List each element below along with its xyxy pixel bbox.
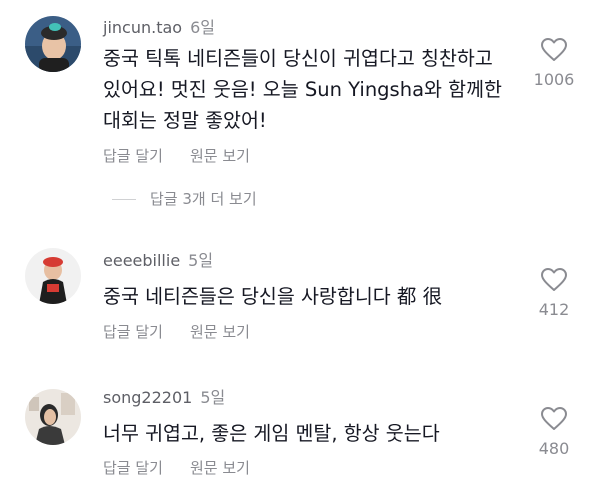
comment-text: 중국 네티즌들은 당신을 사랑합니다 都 很: [103, 285, 443, 308]
like-count: 412: [538, 300, 570, 319]
comment-text: 중국 틱톡 네티즌들이 당신이 귀엽다고 칭찬하고 있어요! 멋진 웃음! 오늘…: [103, 47, 502, 132]
avatar-image: [25, 248, 81, 304]
comment-item: song22201 5일 너무 귀엽고, 좋은 게임 멘탈, 항상 웃는다 답글 …: [0, 375, 600, 495]
comment-item: eeeebillie 5일 중국 네티즌들은 당신을 사랑합니다 都 很 답글 달…: [0, 232, 600, 352]
comment-time: 5일: [188, 251, 214, 270]
view-original-button[interactable]: 원문 보기: [190, 323, 250, 341]
heart-outline-icon: [541, 268, 567, 291]
user-avatar[interactable]: [25, 16, 81, 72]
view-more-replies-button[interactable]: 답글 3개 더 보기: [112, 188, 412, 212]
like-count: 1006: [533, 70, 575, 89]
username[interactable]: song22201: [103, 388, 192, 407]
divider-line: [112, 199, 136, 200]
username[interactable]: jincun.tao: [103, 18, 182, 37]
reply-button[interactable]: 답글 달기: [103, 459, 163, 477]
user-avatar[interactable]: [25, 389, 81, 445]
like-button[interactable]: 480: [524, 407, 584, 458]
comment-time: 5일: [200, 388, 226, 407]
username[interactable]: eeeebillie: [103, 251, 180, 270]
comment-time: 6일: [190, 18, 215, 37]
like-button[interactable]: 1006: [524, 38, 584, 89]
view-more-replies-label: 답글 3개 더 보기: [150, 190, 257, 208]
heart-outline-icon: [541, 407, 567, 430]
heart-outline-icon: [541, 38, 567, 61]
like-count: 480: [538, 439, 570, 458]
comment-text: 너무 귀엽고, 좋은 게임 멘탈, 항상 웃는다: [103, 422, 440, 445]
reply-button[interactable]: 답글 달기: [103, 323, 163, 341]
reply-button[interactable]: 답글 달기: [103, 147, 163, 165]
view-original-button[interactable]: 원문 보기: [190, 459, 250, 477]
avatar-image: [25, 389, 81, 445]
view-original-button[interactable]: 원문 보기: [190, 147, 250, 165]
avatar-image: [25, 16, 81, 72]
user-avatar[interactable]: [25, 248, 81, 304]
comment-item: jincun.tao 6일 중국 틱톡 네티즌들이 당신이 귀엽다고 칭찬하고 있…: [0, 0, 600, 180]
like-button[interactable]: 412: [524, 268, 584, 319]
